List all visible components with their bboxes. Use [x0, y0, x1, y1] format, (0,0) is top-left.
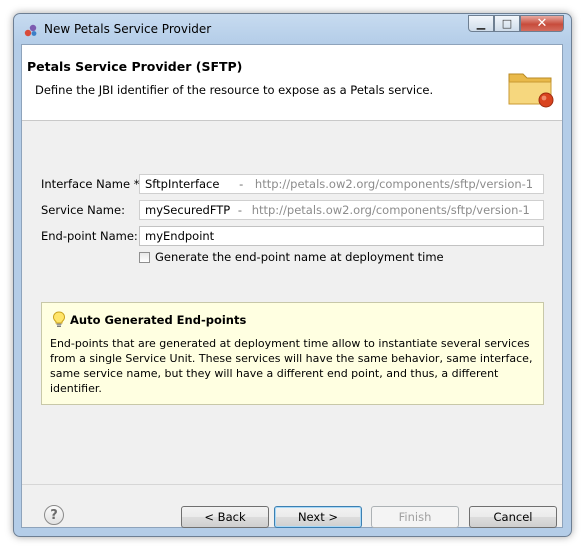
service-name-field[interactable]: mySecuredFTP - http://petals.ow2.org/com…	[139, 200, 544, 220]
back-button[interactable]: < Back	[181, 506, 269, 528]
footer-divider	[22, 484, 562, 485]
wizard-window: New Petals Service Provider ▁ □ ✕ Petals…	[13, 13, 572, 537]
service-name-value: mySecuredFTP	[145, 203, 231, 217]
folder-icon	[508, 73, 554, 108]
interface-name-label: Interface Name *:	[41, 177, 144, 191]
interface-namespace: http://petals.ow2.org/components/sftp/ve…	[254, 177, 534, 191]
endpoint-name-input[interactable]: myEndpoint	[139, 226, 544, 246]
maximize-button[interactable]: □	[494, 15, 520, 32]
banner-title: Petals Service Provider (SFTP)	[27, 59, 243, 74]
close-button[interactable]: ✕	[520, 15, 564, 32]
lightbulb-icon	[52, 311, 66, 327]
info-panel: Auto Generated End-points End-points tha…	[41, 302, 544, 405]
info-body: End-points that are generated at deploym…	[50, 337, 533, 395]
service-namespace: http://petals.ow2.org/components/sftp/ve…	[251, 203, 530, 217]
help-icon[interactable]: ?	[44, 505, 64, 525]
next-button[interactable]: Next >	[274, 506, 362, 528]
dialog-content: Petals Service Provider (SFTP) Define th…	[21, 44, 563, 528]
generate-endpoint-checkbox[interactable]	[139, 251, 150, 263]
title-bar[interactable]: New Petals Service Provider ▁ □ ✕	[14, 14, 571, 44]
petals-app-icon	[24, 24, 37, 37]
caption-buttons: ▁ □ ✕	[468, 15, 564, 33]
service-name-label: Service Name:	[41, 203, 125, 217]
service-name-separator: -	[237, 203, 243, 217]
interface-name-field[interactable]: SftpInterface - http://petals.ow2.org/co…	[139, 174, 544, 194]
banner-description: Define the JBI identifier of the resourc…	[35, 83, 434, 97]
interface-name-separator: -	[239, 177, 244, 191]
generate-endpoint-label[interactable]: Generate the end-point name at deploymen…	[155, 250, 444, 264]
cancel-button[interactable]: Cancel	[469, 506, 557, 528]
interface-name-value: SftpInterface	[145, 177, 220, 191]
window-title: New Petals Service Provider	[44, 22, 212, 36]
wizard-banner: Petals Service Provider (SFTP) Define th…	[22, 45, 562, 121]
generate-endpoint-option[interactable]: Generate the end-point name at deploymen…	[139, 250, 444, 264]
minimize-button[interactable]: ▁	[468, 15, 494, 32]
info-title: Auto Generated End-points	[70, 313, 247, 327]
finish-button[interactable]: Finish	[371, 506, 459, 528]
endpoint-name-label: End-point Name:	[41, 229, 138, 243]
